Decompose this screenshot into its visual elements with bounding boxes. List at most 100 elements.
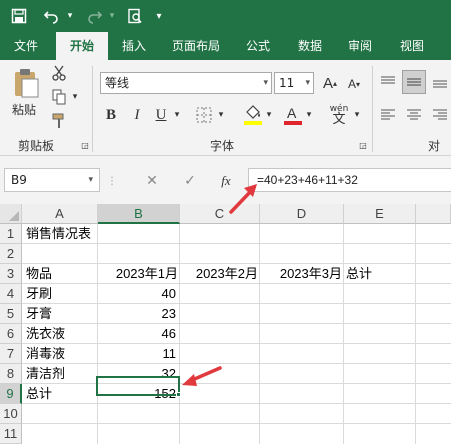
redo-dropdown-icon[interactable]: ▾ [107,5,117,27]
row-header[interactable]: 9 [0,384,22,404]
copy-dropdown-icon[interactable]: ▾ [70,90,80,104]
align-bottom-icon[interactable] [430,72,450,92]
borders-icon[interactable] [194,105,214,125]
tab-file[interactable]: 文件 [4,32,48,60]
align-center-icon[interactable] [404,105,424,125]
tab-view[interactable]: 视图 [390,32,434,60]
insert-function-icon[interactable]: fx [214,170,238,192]
fill-handle[interactable] [176,392,181,397]
clipboard-group-label: 剪贴板 [18,139,55,153]
column-header-e[interactable]: E [344,204,416,224]
align-right-icon[interactable] [430,105,450,125]
customize-quick-access-icon[interactable]: ▾ [152,5,166,27]
row-header[interactable]: 2 [0,244,22,264]
cell-a1[interactable]: 销售情况表 [24,224,184,244]
column-header-c[interactable]: C [180,204,260,224]
font-launcher-icon[interactable]: ◲ [358,140,368,150]
phonetic-guide-icon[interactable]: wén 文 [326,102,352,128]
cell-a6[interactable]: 洗衣液 [24,324,98,344]
decrease-font-size-icon[interactable]: A ▾ [345,75,363,93]
enter-icon[interactable]: ✓ [178,170,202,192]
font-group-label: 字体 [210,139,235,153]
fill-color-dropdown-icon[interactable]: ▾ [264,107,274,123]
cell-d3[interactable]: 2023年3月 [260,264,344,284]
cell-b7[interactable]: 11 [98,344,178,364]
row-header[interactable]: 4 [0,284,22,304]
font-name-box[interactable]: 等线 ▾ [100,72,272,94]
chevron-down-icon: ▾ [263,78,268,88]
font-size-box[interactable]: 11 ▾ [274,72,314,94]
select-all-corner[interactable] [0,204,22,224]
cell-a5[interactable]: 牙膏 [24,304,98,324]
cell-a9[interactable]: 总计 [24,384,98,404]
paste-label[interactable]: 粘贴 [12,101,36,118]
tab-page-layout[interactable]: 页面布局 [164,32,228,60]
align-left-icon[interactable] [378,105,398,125]
cancel-icon[interactable]: ✕ [140,170,164,192]
cell-a8[interactable]: 清洁剂 [24,364,98,384]
underline-icon[interactable]: U [152,105,170,125]
cell-b4[interactable]: 40 [98,284,178,304]
column-header-f[interactable] [416,204,451,224]
name-box-value: B9 [11,173,27,187]
formula-bar-grip-icon[interactable]: ⋮ [107,176,117,187]
tab-formulas[interactable]: 公式 [236,32,280,60]
row-header[interactable]: 3 [0,264,22,284]
cell-e3[interactable]: 总计 [344,264,416,284]
cell-a3[interactable]: 物品 [24,264,98,284]
row-header[interactable]: 8 [0,364,22,384]
chevron-down-icon: ▾ [305,78,310,88]
tab-review[interactable]: 审阅 [338,32,382,60]
format-painter-icon[interactable] [50,112,68,130]
redo-icon[interactable] [84,5,106,27]
borders-dropdown-icon[interactable]: ▾ [216,107,226,123]
clipboard-launcher-icon[interactable]: ◲ [80,140,90,150]
font-color-dropdown-icon[interactable]: ▾ [304,107,314,123]
formula-input[interactable]: =40+23+46+11+32 [248,168,451,192]
row-header[interactable]: 6 [0,324,22,344]
align-middle-icon[interactable] [402,70,426,94]
row-header[interactable]: 5 [0,304,22,324]
save-icon[interactable] [8,5,30,27]
column-header-b[interactable]: B [98,204,180,224]
row-header[interactable]: 7 [0,344,22,364]
tab-data[interactable]: 数据 [288,32,332,60]
grow-glyph: A [322,74,333,92]
copy-icon[interactable] [50,88,68,106]
print-preview-icon[interactable] [124,5,146,27]
column-header-a[interactable]: A [22,204,98,224]
column-header-d[interactable]: D [260,204,344,224]
paste-icon[interactable] [10,66,42,100]
group-divider [92,66,93,152]
shrink-glyph: A [347,77,356,91]
tab-insert[interactable]: 插入 [112,32,156,60]
phonetic-dropdown-icon[interactable]: ▾ [352,107,362,123]
italic-icon[interactable]: I [128,105,146,125]
bold-icon[interactable]: B [102,105,120,125]
ribbon: 粘贴 ▾ 剪贴板 ◲ 等线 ▾ 11 ▾ A ▴ A ▾ B I U ▾ ▾ ▾ A… [0,60,451,170]
font-name-value: 等线 [105,76,130,90]
cell-b6[interactable]: 46 [98,324,178,344]
row-header[interactable]: 10 [0,404,22,424]
font-color-icon[interactable]: A [282,103,304,127]
cell-a4[interactable]: 牙刷 [24,284,98,304]
underline-dropdown-icon[interactable]: ▾ [172,107,182,123]
undo-icon[interactable] [40,5,62,27]
active-cell-border [96,376,180,396]
chevron-down-icon: ▾ [88,175,93,185]
align-top-icon[interactable] [378,72,398,92]
increase-font-size-icon[interactable]: A ▴ [320,73,340,93]
row-header[interactable]: 11 [0,424,22,444]
tab-home[interactable]: 开始 [56,32,108,60]
cell-b5[interactable]: 23 [98,304,178,324]
cut-icon[interactable] [50,64,68,82]
row-header[interactable]: 1 [0,224,22,244]
fill-color-icon[interactable] [242,103,264,127]
font-size-value: 11 [279,76,295,90]
cell-c3[interactable]: 2023年2月 [180,264,260,284]
cell-a7[interactable]: 消毒液 [24,344,98,364]
cell-b3[interactable]: 2023年1月 [98,264,180,284]
spreadsheet-grid: A B C D E 1 2 3 4 5 6 7 8 9 10 11 销售情况表 … [0,204,451,444]
name-box[interactable]: B9 ▾ [4,168,100,192]
undo-dropdown-icon[interactable]: ▾ [64,5,76,27]
